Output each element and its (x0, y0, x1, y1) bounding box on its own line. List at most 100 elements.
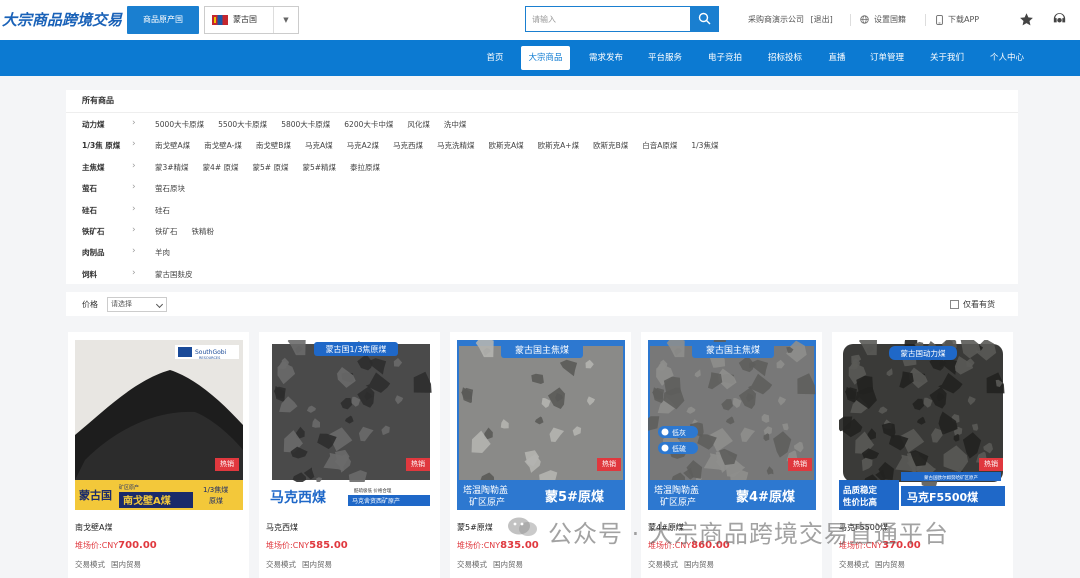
category-item[interactable]: 南戈壁A-煤 (204, 141, 242, 150)
category-name[interactable]: 铁矿石 (82, 226, 105, 237)
category-name[interactable]: 动力煤 (82, 119, 105, 130)
watermark-text: 公众号 · 大宗商品跨境交易直通平台 (548, 520, 949, 548)
category-name[interactable]: 饲料 (82, 269, 97, 280)
category-item[interactable]: 白音A原煤 (642, 141, 677, 150)
category-name[interactable]: 萤石 (82, 183, 97, 194)
category-item[interactable]: 5800大卡原煤 (281, 120, 330, 129)
product-image: 蒙古国1/3焦原煤 马克西煤 酷硫极低 价格合理 马克舍资西矿原产 (266, 340, 434, 510)
product-image: 蒙古国主焦煤 低灰 低硫 塔温陶勒盖 矿区原产 蒙4#原煤 (648, 340, 816, 510)
category-item[interactable]: 洗中煤 (444, 120, 467, 129)
country-select[interactable]: 蒙古国 ▼ (204, 6, 299, 34)
category-item[interactable]: 硅石 (155, 206, 170, 215)
globe-icon (860, 15, 869, 24)
brand-text: SouthGobi (195, 349, 227, 356)
category-item[interactable]: 风化煤 (407, 120, 430, 129)
category-item[interactable]: 欧斯克B煤 (593, 141, 628, 150)
category-item[interactable]: 马克洗精煤 (437, 141, 475, 150)
category-name[interactable]: 1/3焦 原煤 (82, 140, 120, 151)
download-app-link[interactable]: 下载APP (936, 0, 979, 40)
nav-live[interactable]: 直播 (822, 40, 852, 76)
search-input[interactable] (525, 6, 691, 32)
company-name[interactable]: 采购商演示公司 (748, 15, 804, 24)
search-button[interactable] (690, 6, 719, 32)
category-name[interactable]: 主焦煤 (82, 162, 105, 173)
image-left1-text: 塔温陶勒盖 (463, 484, 508, 496)
image-top-text: 蒙古国1/3焦原煤 (326, 344, 387, 354)
category-item[interactable]: 1/3焦煤 (691, 141, 718, 150)
site-logo[interactable]: 大宗商品跨境交易 (2, 4, 122, 38)
set-country-link[interactable]: 设置国籍 (860, 0, 906, 40)
customer-service-icon[interactable] (1051, 11, 1068, 28)
category-item[interactable]: 5000大卡原煤 (155, 120, 204, 129)
category-row: 1/3焦 原煤 › 南戈壁A煤 南戈壁A-煤 南戈壁B煤 马克A煤 马克A2煤 马克西煤 马克洗… (66, 135, 1018, 155)
image-badge2-text: 低硫 (672, 444, 686, 453)
mongolia-flag-icon (212, 15, 228, 25)
category-items: 蒙3#精煤 蒙4# 原煤 蒙5# 原煤 蒙5#精煤 泰拉原煤 (155, 162, 394, 173)
product-image-wrap[interactable]: 蒙古国主焦煤 塔温陶勒盖 矿区原产 蒙5#原煤 热销 (457, 340, 625, 510)
chevron-right-icon: › (132, 118, 136, 128)
product-image-wrap[interactable]: 蒙古国主焦煤 低灰 低硫 塔温陶勒盖 矿区原产 蒙4#原煤 热销 (648, 340, 816, 510)
product-name[interactable]: 南戈壁A煤 (75, 522, 112, 533)
product-image-wrap[interactable]: SouthGobi RESOURCES 蒙古国 矿区原产 南戈壁A煤 1/3焦煤… (75, 340, 243, 510)
category-item[interactable]: 马克A2煤 (347, 141, 379, 150)
trade-mode: 交易模式 国内贸易 (839, 559, 911, 570)
product-image-wrap[interactable]: 蒙古国动力煤 蒙古国欧尔姆努哈矿区原产 品质稳定 性价比高 马克F5500煤 热… (839, 340, 1007, 510)
nav-tender[interactable]: 招标投标 (761, 40, 809, 76)
nav-home[interactable]: 首页 (478, 40, 512, 76)
nav-orders[interactable]: 订单管理 (862, 40, 912, 76)
category-item[interactable]: 泰拉原煤 (350, 163, 380, 172)
nav-commodities[interactable]: 大宗商品 (521, 46, 570, 70)
category-item[interactable]: 蒙5#精煤 (302, 163, 336, 172)
in-stock-checkbox[interactable] (950, 300, 959, 309)
trade-mode-label: 交易模式 (266, 560, 296, 569)
origin-country-button[interactable]: 商品原产国 (127, 6, 199, 34)
image-big-text: 蒙5#原煤 (545, 489, 604, 505)
image-top-text: 蒙古国主焦煤 (706, 344, 760, 356)
product-card[interactable]: SouthGobi RESOURCES 蒙古国 矿区原产 南戈壁A煤 1/3焦煤… (68, 332, 249, 578)
category-item[interactable]: 蒙5# 原煤 (253, 163, 289, 172)
product-name[interactable]: 蒙5#原煤 (457, 522, 493, 533)
category-name[interactable]: 硅石 (82, 205, 97, 216)
category-item[interactable]: 蒙4# 原煤 (203, 163, 239, 172)
category-item[interactable]: 蒙3#精煤 (155, 163, 189, 172)
top-bar: 大宗商品跨境交易 商品原产国 蒙古国 ▼ 采购商演示公司 [退出] 设置国籍 下… (0, 0, 1080, 40)
nav-services[interactable]: 平台服务 (641, 40, 689, 76)
category-item[interactable]: 5500大卡原煤 (218, 120, 267, 129)
favorite-star-icon[interactable] (1019, 12, 1034, 27)
category-item[interactable]: 萤石原块 (155, 184, 185, 193)
category-item[interactable]: 欧斯克A+煤 (538, 141, 579, 150)
nav-demand[interactable]: 需求发布 (582, 40, 630, 76)
category-item[interactable]: 羊肉 (155, 248, 170, 257)
product-card[interactable]: 蒙古国1/3焦原煤 马克西煤 酷硫极低 价格合理 马克舍资西矿原产 热销 马克西… (259, 332, 440, 578)
image-top-text: 蒙古国主焦煤 (515, 344, 569, 356)
category-row: 肉制品 › 羊肉 (66, 242, 1018, 262)
chevron-right-icon: › (132, 139, 136, 150)
category-item[interactable]: 铁精粉 (192, 227, 215, 236)
nav-auction[interactable]: 电子竞拍 (701, 40, 749, 76)
logout-link[interactable]: [退出] (811, 15, 833, 24)
nav-profile[interactable]: 个人中心 (982, 40, 1032, 76)
category-item[interactable]: 铁矿石 (155, 227, 178, 236)
caret-down-icon[interactable]: ▼ (273, 7, 298, 33)
category-item[interactable]: 南戈壁B煤 (256, 141, 291, 150)
category-item[interactable]: 6200大卡中煤 (344, 120, 393, 129)
product-image-wrap[interactable]: 蒙古国1/3焦原煤 马克西煤 酷硫极低 价格合理 马克舍资西矿原产 热销 (266, 340, 434, 510)
price-select[interactable]: 请选择 (107, 297, 167, 312)
tag-type-text: 1/3焦煤 (203, 485, 228, 494)
tag-sub-text: 矿区原产 (119, 484, 139, 491)
in-stock-label[interactable]: 仅看有货 (963, 299, 995, 310)
image-badge1-text: 低灰 (672, 428, 686, 437)
category-item[interactable]: 南戈壁A煤 (155, 141, 190, 150)
product-name[interactable]: 马克西煤 (266, 522, 298, 533)
trade-mode-label: 交易模式 (839, 560, 869, 569)
image-big-text: 马克西煤 (270, 489, 327, 506)
category-name[interactable]: 肉制品 (82, 247, 105, 258)
category-item[interactable]: 马克A煤 (305, 141, 333, 150)
nav-about[interactable]: 关于我们 (922, 40, 972, 76)
divider (66, 112, 1018, 113)
category-item[interactable]: 马克西煤 (393, 141, 423, 150)
trade-mode-label: 交易模式 (457, 560, 487, 569)
category-item[interactable]: 欧斯克A煤 (489, 141, 524, 150)
trade-mode: 交易模式 国内贸易 (457, 559, 529, 570)
category-item[interactable]: 蒙古国麸皮 (155, 270, 193, 279)
